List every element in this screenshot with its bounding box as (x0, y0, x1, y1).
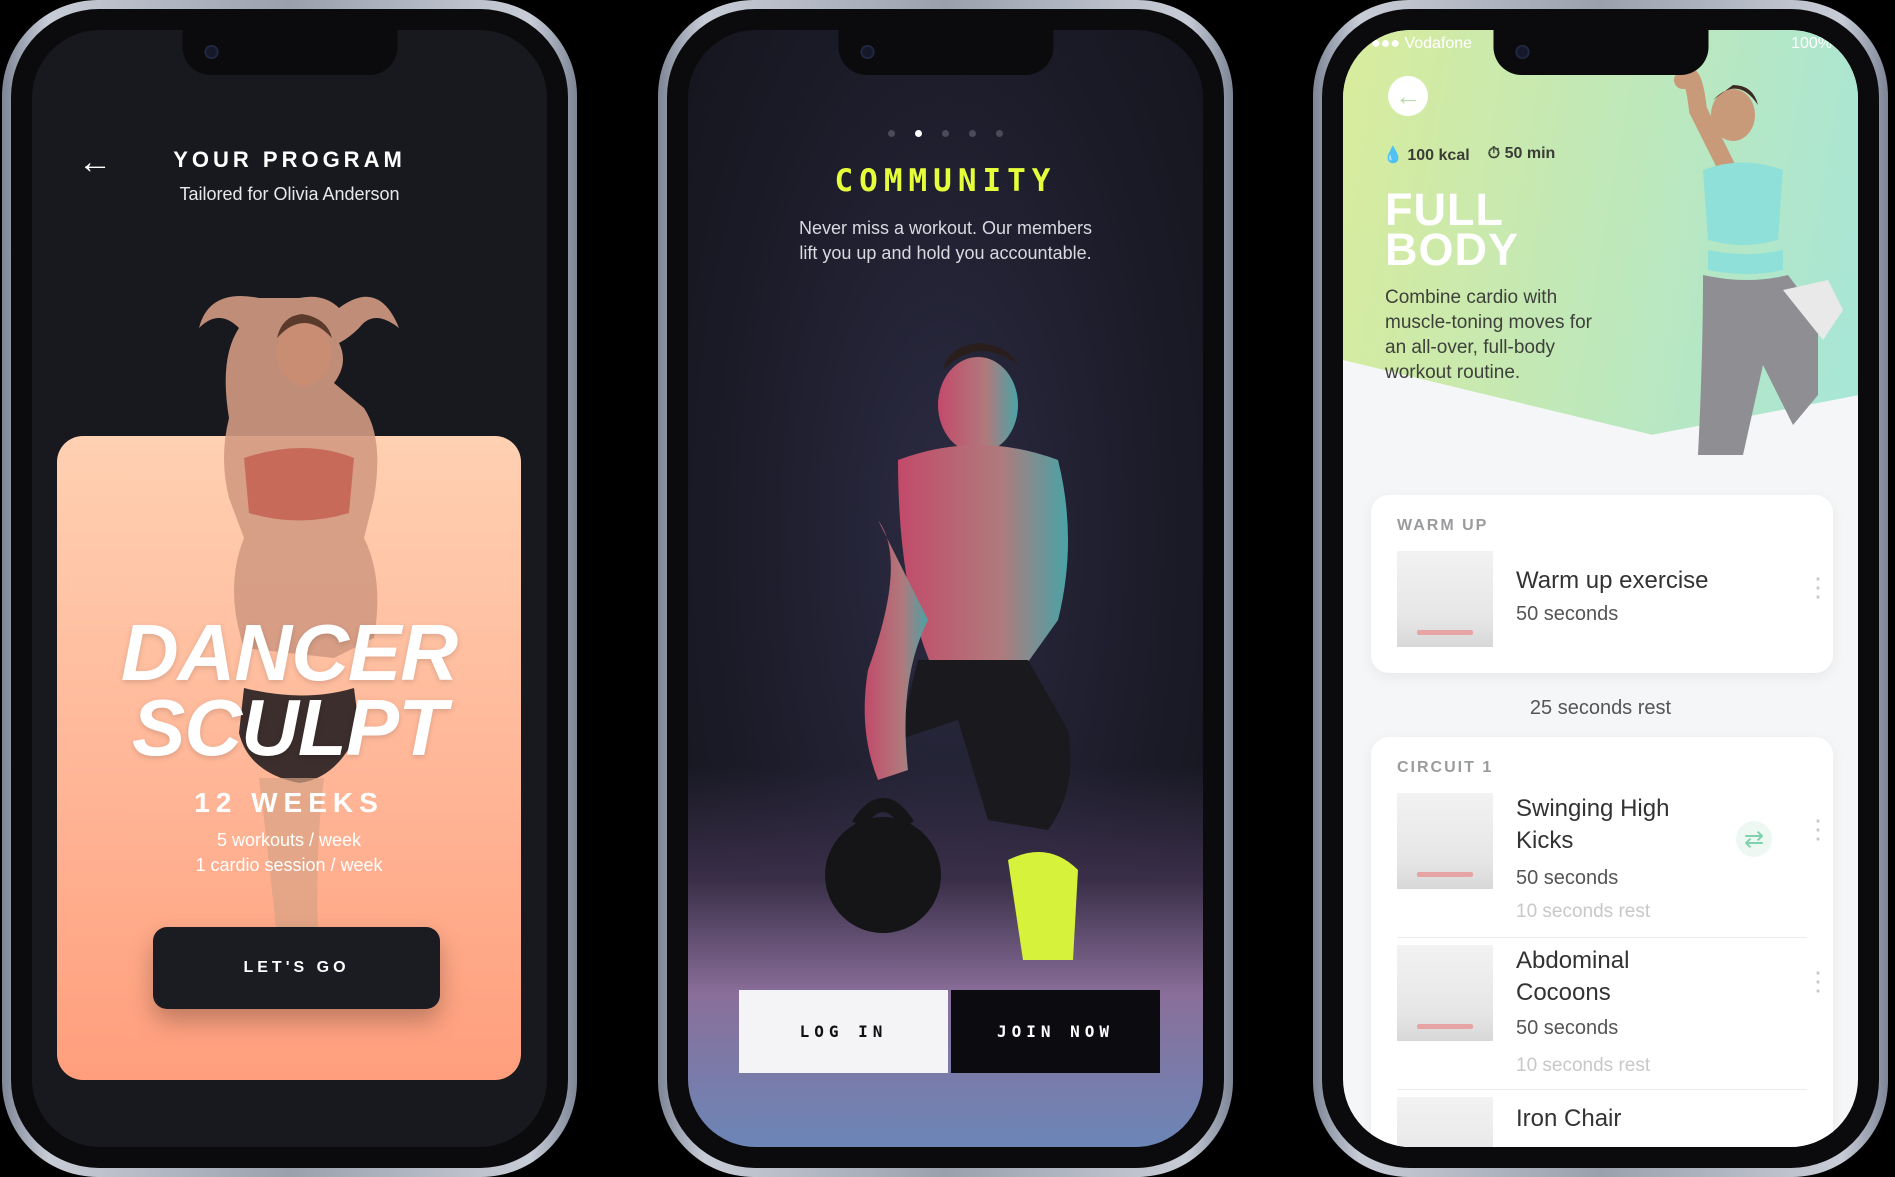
exercise-rest: 10 seconds rest (1516, 1055, 1651, 1076)
section-label-warmup: WARM UP (1397, 517, 1489, 534)
status-carrier: ●●● Vodafone (1371, 35, 1473, 52)
exercise-name-line1: Abdominal (1516, 947, 1630, 974)
athlete-photo (1674, 67, 1843, 455)
carrier-label: Vodafone (1404, 35, 1473, 52)
workout-title: FULL BODY (1385, 187, 1520, 275)
lets-go-button[interactable]: LET'S GO (153, 927, 440, 1009)
workout-title-line2: BODY (1385, 224, 1520, 275)
phone-your-program: ← YOUR PROGRAM Tailored for Olivia Ander… (2, 0, 577, 1177)
join-now-button[interactable]: JOIN NOW (951, 990, 1160, 1073)
camera-icon (860, 45, 874, 59)
drop-icon: 💧 (1383, 147, 1403, 164)
page-subtitle: Tailored for Olivia Anderson (179, 184, 400, 204)
exercise-name-line2: Kicks (1516, 827, 1574, 854)
duration-value: 50 min (1504, 145, 1556, 162)
log-in-button[interactable]: LOG IN (739, 990, 948, 1073)
divider (1397, 937, 1807, 938)
exercise-rest: 10 seconds rest (1516, 901, 1651, 922)
exercise-name: Warm up exercise (1516, 567, 1709, 594)
exercise-name: Swinging High Kicks (1516, 793, 1669, 857)
phone-full-body-workout: ●●● Vodafone 100% ← 💧 100 kcal ⏱ 50 min … (1313, 0, 1888, 1177)
exercise-duration: 50 seconds (1516, 867, 1619, 889)
duration-stat: ⏱ 50 min (1488, 145, 1556, 165)
notch (182, 30, 397, 75)
warmup-card[interactable]: WARM UP Warm up exercise 50 seconds ⋮ (1371, 495, 1833, 673)
exercise-thumbnail (1397, 551, 1493, 647)
program-duration: 12 WEEKS (194, 787, 384, 818)
exercise-duration: 50 seconds (1516, 1017, 1619, 1039)
notch (838, 30, 1053, 75)
circuit-card: CIRCUIT 1 Swinging High Kicks 50 seconds… (1371, 737, 1833, 1147)
exercise-duration: 50 seconds (1516, 603, 1619, 625)
more-options-icon[interactable]: ⋮ (1805, 574, 1831, 600)
camera-icon (1515, 45, 1529, 59)
page-indicator[interactable] (688, 130, 1203, 137)
calories-stat: 💧 100 kcal (1383, 145, 1470, 165)
page-dot[interactable] (996, 130, 1003, 137)
community-description-line2: lift you up and hold you accountable. (799, 243, 1092, 263)
community-title: COMMUNITY (834, 163, 1057, 199)
more-options-icon[interactable]: ⋮ (1805, 816, 1831, 842)
status-battery: 100% (1791, 35, 1832, 52)
screen-full-body-workout: ●●● Vodafone 100% ← 💧 100 kcal ⏱ 50 min … (1343, 30, 1858, 1147)
page-title: YOUR PROGRAM (173, 147, 406, 172)
notch (1493, 30, 1708, 75)
page-dot[interactable] (969, 130, 976, 137)
phone-community: COMMUNITY Never miss a workout. Our memb… (658, 0, 1233, 1177)
rest-label: 25 seconds rest (1529, 697, 1672, 719)
page-dot-active[interactable] (915, 130, 922, 137)
back-arrow-icon[interactable]: ← (1388, 76, 1428, 116)
exercise-thumbnail (1397, 793, 1493, 889)
exercise-name: Iron Chair (1516, 1105, 1622, 1132)
exercise-name-line2: Cocoons (1516, 979, 1611, 1006)
page-dot[interactable] (942, 130, 949, 137)
workout-description: Combine cardio with muscle-toning moves … (1385, 287, 1592, 383)
section-label-circuit: CIRCUIT 1 (1397, 759, 1494, 776)
athlete-photo (825, 343, 1078, 960)
exercise-thumbnail (1397, 1097, 1493, 1147)
divider (1397, 1089, 1807, 1090)
exercise-name: Abdominal Cocoons (1516, 945, 1629, 1009)
calories-value: 100 kcal (1407, 147, 1470, 164)
program-frequency-workouts: 5 workouts / week (216, 830, 362, 850)
screen-community: COMMUNITY Never miss a workout. Our memb… (688, 30, 1203, 1147)
screen-your-program: ← YOUR PROGRAM Tailored for Olivia Ander… (32, 30, 547, 1147)
program-frequency-cardio: 1 cardio session / week (195, 855, 383, 875)
camera-icon (204, 45, 218, 59)
program-name-line1: DANCER (120, 608, 458, 697)
exercise-name-line1: Swinging High (1516, 795, 1670, 822)
swap-icon[interactable]: ⇄ (1736, 821, 1772, 857)
page-dot[interactable] (888, 130, 895, 137)
community-description-line1: Never miss a workout. Our members (798, 218, 1093, 238)
program-name-line2: SCULPT (132, 683, 447, 772)
timer-icon: ⏱ (1487, 145, 1501, 162)
more-options-icon[interactable]: ⋮ (1805, 968, 1831, 994)
exercise-thumbnail (1397, 945, 1493, 1041)
workout-stats: 💧 100 kcal ⏱ 50 min (1383, 145, 1555, 165)
community-description: Never miss a workout. Our members lift y… (748, 216, 1143, 266)
